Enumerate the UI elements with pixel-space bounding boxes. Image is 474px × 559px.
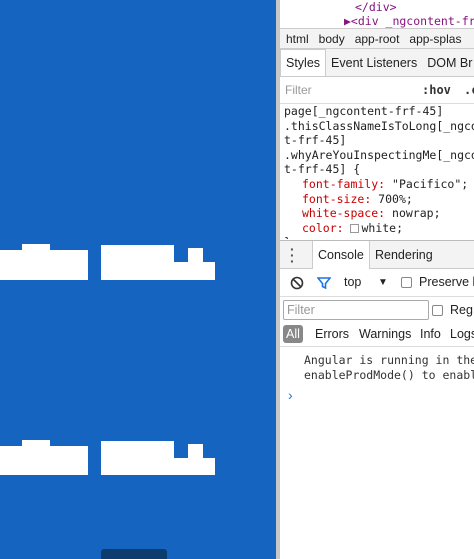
css-property-name[interactable]: font-size <box>302 192 364 206</box>
selector-line[interactable]: t-frf-45] <box>284 133 474 148</box>
css-property-name[interactable]: white-space <box>302 206 378 220</box>
pixel-text-block <box>174 262 215 280</box>
dom-line-div[interactable]: ▶<div _ngcontent-frf <box>344 14 474 28</box>
level-info[interactable]: Info <box>420 327 441 341</box>
clear-console-icon[interactable] <box>290 276 304 290</box>
pixel-text-block <box>101 441 174 475</box>
sidebar-tabs: Styles Event Listeners DOM Br <box>280 49 474 77</box>
console-prompt[interactable]: › <box>288 387 293 403</box>
css-property-value[interactable]: "Pacifico"; <box>392 177 468 191</box>
more-options-icon[interactable]: · · · <box>290 242 295 268</box>
console-message-line: enableProdMode() to enabl <box>304 367 474 382</box>
breadcrumb-item-html[interactable]: html <box>280 29 313 48</box>
console-toolbar: top ▼ Preserve l <box>280 269 474 297</box>
breadcrumb-item-app-root[interactable]: app-root <box>349 29 404 48</box>
preserve-log-label: Preserve l <box>419 275 474 289</box>
console-message-line: Angular is running in the <box>304 353 474 367</box>
filter-icon[interactable] <box>317 276 331 290</box>
css-property-name[interactable]: color <box>302 221 337 235</box>
pixel-text-block <box>0 446 88 475</box>
pixel-text-block <box>188 444 203 460</box>
console-message: Angular is running in the enableProdMode… <box>304 353 474 382</box>
context-selector[interactable]: top <box>344 275 361 289</box>
selector-line[interactable]: .whyAreYouInspectingMe[_ngco <box>284 148 474 163</box>
devtools-panel: </div> ▶<div _ngcontent-frf html body app-… <box>280 0 474 559</box>
tab-dom-breakpoints[interactable]: DOM Br <box>422 50 474 77</box>
styles-filter-input[interactable]: Filter <box>285 83 312 97</box>
dom-line-close-div[interactable]: </div> <box>355 0 397 14</box>
css-property-row[interactable]: font-size: 700%; <box>284 192 474 207</box>
selector-line[interactable]: page[_ngcontent-frf-45] <box>284 104 474 119</box>
chevron-down-icon[interactable]: ▼ <box>378 277 388 288</box>
css-property-row[interactable]: font-family: "Pacifico"; <box>284 177 474 192</box>
pixel-text-block <box>0 250 88 280</box>
regex-checkbox[interactable] <box>432 305 443 316</box>
level-all[interactable]: All <box>283 325 303 343</box>
console-filter-input[interactable]: Filter <box>283 300 429 320</box>
breadcrumb: html body app-root app-splas <box>280 28 474 49</box>
tab-rendering[interactable]: Rendering <box>370 241 438 269</box>
cls-toggle[interactable]: .c <box>464 83 474 97</box>
log-levels-bar: All Errors Warnings Info Logs <box>280 323 474 347</box>
pixel-text-block <box>174 458 215 475</box>
tab-event-listeners[interactable]: Event Listeners <box>326 50 422 77</box>
css-property-row[interactable]: color: white; <box>284 221 474 236</box>
pixel-text-block <box>22 440 50 450</box>
pixel-text-block <box>188 248 203 264</box>
css-property-value[interactable]: 700%; <box>378 192 413 206</box>
css-property-row[interactable]: white-space: nowrap; <box>284 206 474 221</box>
pixel-text-block <box>22 244 50 254</box>
level-logs[interactable]: Logs <box>450 327 474 341</box>
closing-brace: } <box>284 235 474 239</box>
breadcrumb-item-app-splash[interactable]: app-splas <box>403 29 465 48</box>
pixel-text-block <box>101 245 174 280</box>
css-property-value[interactable]: white; <box>361 221 403 235</box>
preserve-log-checkbox[interactable] <box>401 277 412 288</box>
css-property-value[interactable]: nowrap; <box>392 206 440 220</box>
level-errors[interactable]: Errors <box>315 327 349 341</box>
color-swatch-icon[interactable] <box>350 223 360 233</box>
level-warnings[interactable]: Warnings <box>359 327 411 341</box>
styles-filter-bar: Filter :hov .c <box>280 78 474 104</box>
regex-label: Reg <box>450 303 473 317</box>
app-viewport <box>0 0 276 559</box>
tab-console[interactable]: Console <box>312 241 370 269</box>
console-filter-bar: Filter Reg <box>280 297 474 323</box>
styles-pane: page[_ngcontent-frf-45] .thisClassNameIs… <box>284 104 474 239</box>
hov-toggle[interactable]: :hov <box>422 83 451 97</box>
drawer-tabs: · · · Console Rendering <box>280 241 474 269</box>
tab-styles[interactable]: Styles <box>280 49 327 76</box>
selector-line[interactable]: t-frf-45] { <box>284 162 474 177</box>
css-property-name[interactable]: font-family <box>302 177 378 191</box>
breadcrumb-item-body[interactable]: body <box>313 29 349 48</box>
selector-line[interactable]: .thisClassNameIsToLong[_ngco <box>284 119 474 134</box>
bottom-button-edge[interactable] <box>101 549 167 559</box>
